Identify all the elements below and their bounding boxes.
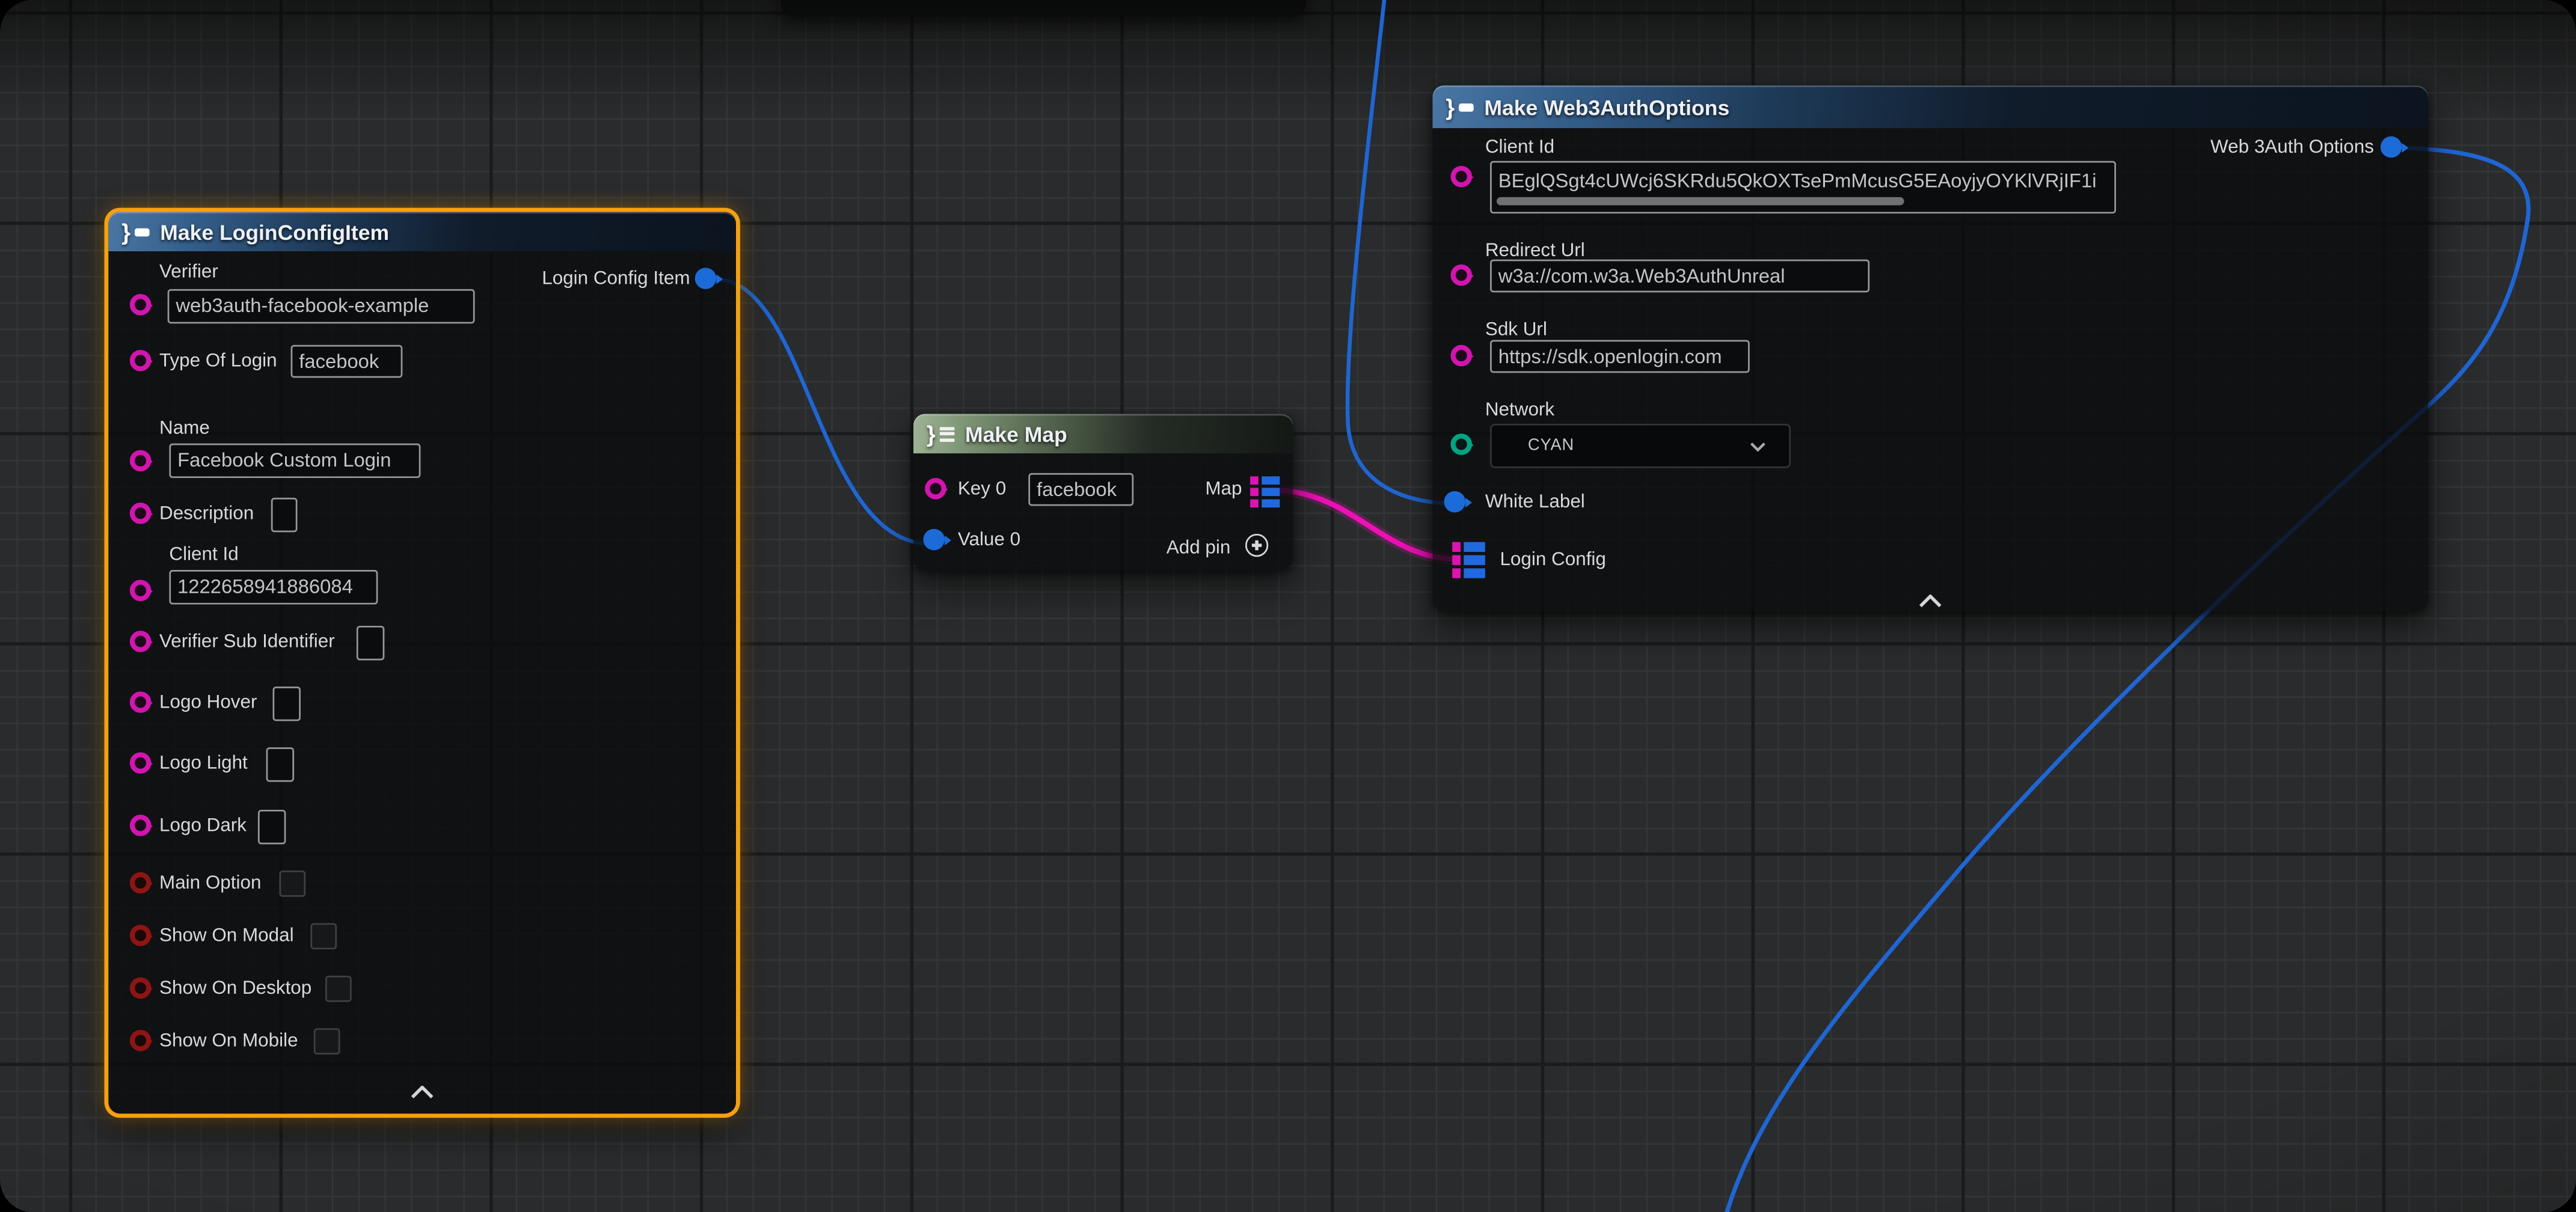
show-on-desktop-label: Show On Desktop: [159, 979, 311, 999]
sdk-url-input[interactable]: https://sdk.openlogin.com: [1490, 340, 1750, 373]
key0-label: Key 0: [958, 480, 1006, 500]
value0-pin[interactable]: [923, 529, 945, 551]
verifier-sub-identifier-input[interactable]: [357, 626, 384, 660]
type-of-login-pin[interactable]: [130, 350, 152, 372]
show-on-modal-checkbox[interactable]: [310, 923, 337, 949]
n3-client-id-text: BEglQSgt4cUWcj6SKRdu5QkOXTsePmMcusG5EAoy…: [1498, 169, 2097, 192]
verifier-pin[interactable]: [130, 294, 152, 316]
main-option-checkbox[interactable]: [279, 871, 305, 897]
redirect-url-input[interactable]: w3a://com.w3a.Web3AuthUnreal: [1490, 260, 1869, 293]
make-struct-icon: }: [1446, 95, 1455, 118]
n3-client-id-input[interactable]: BEglQSgt4cUWcj6SKRdu5QkOXTsePmMcusG5EAoy…: [1490, 161, 2116, 213]
client-id-input[interactable]: 1222658941886084: [169, 570, 378, 604]
logo-dark-input[interactable]: [258, 810, 286, 844]
key0-pin[interactable]: [925, 478, 946, 500]
show-on-mobile-pin[interactable]: [130, 1030, 152, 1051]
login-config-pin[interactable]: [1452, 542, 1485, 578]
redirect-url-pin[interactable]: [1450, 265, 1472, 286]
show-on-mobile-checkbox[interactable]: [314, 1028, 340, 1054]
verifier-sub-identifier-label: Verifier Sub Identifier: [159, 632, 335, 652]
node1-titlebar[interactable]: } Make LoginConfigItem: [108, 212, 736, 251]
login-config-item-out-pin[interactable]: [695, 268, 717, 289]
login-config-item-out-label: Login Config Item: [542, 269, 690, 289]
node3-title: Make Web3AuthOptions: [1484, 94, 1729, 119]
node1-collapse-chevron-icon[interactable]: [411, 1077, 434, 1091]
make-struct-icon: }: [121, 220, 130, 243]
verifier-label: Verifier: [159, 263, 218, 283]
logo-dark-pin[interactable]: [130, 815, 152, 836]
n3-client-id-pin[interactable]: [1450, 166, 1472, 188]
value0-label: Value 0: [958, 530, 1020, 550]
description-pin[interactable]: [130, 503, 152, 524]
make-struct-icon-dot: [1459, 103, 1474, 111]
node3-titlebar[interactable]: } Make Web3AuthOptions: [1432, 85, 2428, 128]
network-pin[interactable]: [1450, 433, 1472, 455]
client-id-pin[interactable]: [130, 580, 152, 601]
blueprint-canvas: } Make LoginConfigItem Verifier web3auth…: [0, 0, 2576, 1212]
node-make-map[interactable]: } Make Map Key 0 facebook Map Value 0 Ad…: [913, 414, 1293, 571]
logo-dark-label: Logo Dark: [159, 816, 247, 836]
show-on-mobile-label: Show On Mobile: [159, 1032, 298, 1051]
make-map-icon: }: [927, 422, 936, 445]
verifier-sub-identifier-pin[interactable]: [130, 631, 152, 652]
name-pin[interactable]: [130, 450, 152, 472]
network-dropdown[interactable]: CYAN: [1490, 424, 1791, 468]
node1-title: Make LoginConfigItem: [160, 219, 389, 244]
type-of-login-input[interactable]: facebook: [291, 345, 403, 378]
login-config-label: Login Config: [1500, 550, 1605, 570]
redirect-url-label: Redirect Url: [1485, 242, 1585, 262]
white-label-label: White Label: [1485, 493, 1585, 513]
make-map-icon-lines: [940, 426, 955, 441]
logo-hover-label: Logo Hover: [159, 693, 257, 713]
add-pin-icon[interactable]: [1245, 534, 1268, 557]
sdk-url-pin[interactable]: [1450, 345, 1472, 367]
show-on-modal-pin[interactable]: [130, 925, 152, 946]
main-option-pin[interactable]: [130, 872, 152, 894]
show-on-modal-label: Show On Modal: [159, 926, 294, 946]
chevron-down-icon: [1750, 441, 1766, 451]
sdk-url-label: Sdk Url: [1485, 320, 1547, 340]
node-make-loginconfigitem[interactable]: } Make LoginConfigItem Verifier web3auth…: [108, 212, 736, 1113]
name-label: Name: [159, 419, 210, 439]
web3auth-options-out-label: Web 3Auth Options: [2210, 138, 2374, 158]
node-make-web3authoptions[interactable]: } Make Web3AuthOptions Client Id Web 3Au…: [1432, 85, 2428, 611]
web3auth-options-out-pin[interactable]: [2381, 136, 2402, 158]
description-input[interactable]: [271, 498, 298, 532]
node2-titlebar[interactable]: } Make Map: [913, 414, 1293, 454]
n3-client-id-scrollbar[interactable]: [1497, 197, 1904, 206]
white-label-pin[interactable]: [1444, 491, 1466, 513]
logo-hover-pin[interactable]: [130, 691, 152, 713]
logo-light-label: Logo Light: [159, 754, 248, 774]
show-on-desktop-checkbox[interactable]: [325, 976, 352, 1002]
wire-loginconfigitem-to-value0[interactable]: [717, 279, 930, 543]
name-input[interactable]: Facebook Custom Login: [169, 444, 420, 478]
logo-hover-input[interactable]: [273, 687, 301, 721]
network-dropdown-value: CYAN: [1528, 437, 1574, 455]
node3-collapse-chevron-icon[interactable]: [1919, 586, 1942, 599]
main-option-label: Main Option: [159, 874, 261, 894]
graph-frame: } Make LoginConfigItem Verifier web3auth…: [0, 0, 2576, 1212]
map-out-label: Map: [1205, 480, 1242, 500]
client-id-label: Client Id: [169, 545, 238, 565]
show-on-desktop-pin[interactable]: [130, 978, 152, 999]
map-out-pin[interactable]: [1250, 476, 1280, 507]
logo-light-input[interactable]: [266, 747, 294, 782]
description-label: Description: [159, 504, 254, 524]
node2-title: Make Map: [965, 421, 1067, 446]
network-label: Network: [1485, 401, 1554, 421]
n3-client-id-label: Client Id: [1485, 138, 1554, 158]
add-pin-label[interactable]: Add pin: [1167, 539, 1231, 559]
key0-input[interactable]: facebook: [1028, 473, 1133, 506]
logo-light-pin[interactable]: [130, 752, 152, 774]
verifier-input[interactable]: web3auth-facebook-example: [168, 289, 475, 323]
type-of-login-label: Type Of Login: [159, 352, 277, 372]
make-struct-icon-dot: [135, 227, 150, 236]
